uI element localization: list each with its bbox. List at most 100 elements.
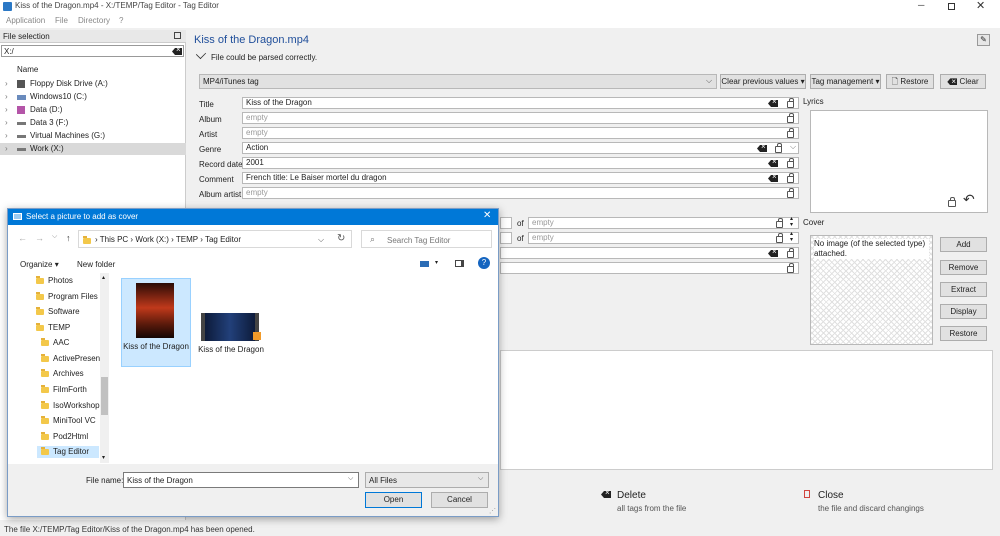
lock-icon[interactable] [787, 113, 794, 123]
folder-item[interactable]: Program Files [36, 291, 98, 303]
file-type-select[interactable]: All Files ⌵ [365, 472, 489, 488]
forward-icon[interactable]: → [35, 233, 44, 243]
folder-item[interactable]: IsoWorkshop [41, 400, 100, 412]
lock-icon[interactable] [787, 173, 794, 183]
lock-icon[interactable] [776, 218, 783, 228]
extra-field-1[interactable] [500, 247, 799, 259]
undock-icon[interactable] [174, 32, 181, 39]
name-column-header[interactable]: Name [17, 65, 38, 74]
lock-icon[interactable] [776, 233, 783, 243]
display-cover-button[interactable]: Display [940, 304, 987, 319]
album-artist-field[interactable]: empty [242, 187, 799, 199]
view-options-icon[interactable] [420, 261, 429, 267]
track-number-field[interactable] [500, 217, 512, 229]
cancel-button[interactable]: Cancel [431, 492, 488, 508]
scroll-thumb[interactable] [101, 377, 108, 415]
lock-icon[interactable] [787, 98, 794, 108]
file-item[interactable]: Kiss of the Dragon [197, 278, 267, 367]
expand-icon[interactable]: › [5, 104, 8, 116]
extract-cover-button[interactable]: Extract [940, 282, 987, 297]
breadcrumb-work[interactable]: Work (X:) [135, 235, 169, 244]
organize-button[interactable]: Organize ▾ [20, 260, 59, 269]
scroll-up-icon[interactable]: ▴ [102, 274, 105, 281]
tree-item-work[interactable]: › Work (X:) [0, 143, 186, 155]
add-cover-button[interactable]: Add [940, 237, 987, 252]
folder-item[interactable]: ActivePresent [41, 353, 102, 365]
tree-item-windows10[interactable]: › Windows10 (C:) [0, 91, 186, 103]
help-icon[interactable]: ? [478, 257, 490, 269]
close-title[interactable]: Close [818, 490, 844, 501]
lyrics-textarea[interactable]: ↶ [810, 110, 988, 213]
restore-cover-button[interactable]: Restore [940, 326, 987, 341]
disk-total-field[interactable]: empty [528, 232, 799, 244]
expand-icon[interactable]: › [5, 78, 8, 90]
lock-icon[interactable] [787, 263, 794, 273]
trash-icon[interactable] [804, 490, 810, 498]
folder-item[interactable]: MiniTool VC [41, 415, 96, 427]
chevron-down-icon[interactable]: ⌵ [348, 475, 353, 483]
expand-icon[interactable]: › [5, 130, 8, 142]
lock-icon[interactable] [787, 188, 794, 198]
address-bar[interactable]: › This PC › Work (X:) › TEMP › Tag Edito… [78, 230, 352, 248]
folder-item[interactable]: Software [36, 306, 80, 318]
breadcrumb-temp[interactable]: TEMP [176, 235, 198, 244]
lock-icon[interactable] [787, 158, 794, 168]
folder-item-selected[interactable]: Tag Editor [37, 446, 99, 458]
folder-item[interactable]: TEMP [36, 322, 70, 334]
dropdown-icon[interactable]: ⌵ [52, 233, 57, 241]
new-folder-button[interactable]: New folder [77, 260, 115, 269]
open-button[interactable]: Open [365, 492, 422, 508]
lock-icon[interactable] [787, 128, 794, 138]
dialog-close-icon[interactable]: ✕ [483, 210, 491, 221]
restore-button[interactable]: 🗋 Restore [886, 74, 934, 89]
folder-item[interactable]: Archives [41, 368, 84, 380]
preview-pane-icon[interactable] [455, 260, 464, 267]
artist-field[interactable]: empty [242, 127, 799, 139]
tree-item-data-d[interactable]: › Data (D:) [0, 104, 186, 116]
remove-cover-button[interactable]: Remove [940, 260, 987, 275]
tree-item-virtual-machines[interactable]: › Virtual Machines (G:) [0, 130, 186, 142]
spinner-icon[interactable]: ▴ ▾ [790, 231, 793, 243]
extra-field-2[interactable] [500, 262, 799, 274]
chevron-down-icon[interactable]: ▾ [435, 259, 438, 266]
clear-path-icon[interactable] [172, 48, 182, 55]
back-icon[interactable]: ← [18, 233, 27, 243]
spinner-icon[interactable]: ▴ ▾ [790, 216, 793, 228]
title-field[interactable]: Kiss of the Dragon [242, 97, 799, 109]
resize-grip-icon[interactable]: ⋰ [489, 507, 496, 515]
folder-item[interactable]: Photos [36, 275, 73, 287]
comment-field[interactable]: French title: Le Baiser mortel du dragon [242, 172, 799, 184]
breadcrumb-tag-editor[interactable]: Tag Editor [205, 235, 241, 244]
file-name-input[interactable]: Kiss of the Dragon ⌵ [123, 472, 359, 488]
track-total-field[interactable]: empty [528, 217, 799, 229]
chevron-down-icon[interactable]: ⌵ [318, 235, 324, 245]
record-date-field[interactable]: 2001 [242, 157, 799, 169]
tag-management-button[interactable]: Tag management ▾ [810, 74, 881, 89]
folder-tree-scrollbar[interactable]: ▴ ▾ [100, 273, 109, 463]
up-icon[interactable]: ↑ [66, 233, 71, 243]
folder-item[interactable]: AAC [41, 337, 69, 349]
clear-previous-button[interactable]: Clear previous values ▾ [720, 74, 806, 89]
path-input[interactable]: X:/ [1, 45, 184, 57]
folder-item[interactable]: Pod2Html [41, 431, 88, 443]
delete-icon[interactable] [601, 491, 611, 498]
menu-help[interactable]: ? [119, 16, 123, 25]
clear-button[interactable]: Clear [940, 74, 986, 89]
lock-icon[interactable] [775, 143, 782, 153]
scroll-down-icon[interactable]: ▾ [102, 454, 105, 461]
lock-icon[interactable] [948, 197, 956, 207]
refresh-icon[interactable]: ↻ [337, 233, 345, 244]
menu-application[interactable]: Application [6, 16, 45, 25]
tree-item-floppy[interactable]: › Floppy Disk Drive (A:) [0, 78, 186, 90]
undo-icon[interactable]: ↶ [963, 191, 975, 208]
minimize-icon[interactable]: ─ [918, 0, 928, 10]
tree-item-data3[interactable]: › Data 3 (F:) [0, 117, 186, 129]
album-field[interactable]: empty [242, 112, 799, 124]
disk-number-field[interactable] [500, 232, 512, 244]
tag-type-select[interactable]: MP4/iTunes tag ⌵ [199, 74, 717, 89]
lock-icon[interactable] [787, 248, 794, 258]
close-icon[interactable]: ✕ [976, 0, 985, 12]
genre-field[interactable]: Action [242, 142, 799, 154]
chevron-down-icon[interactable]: ⌵ [790, 142, 796, 152]
folder-item[interactable]: FilmForth [41, 384, 87, 396]
